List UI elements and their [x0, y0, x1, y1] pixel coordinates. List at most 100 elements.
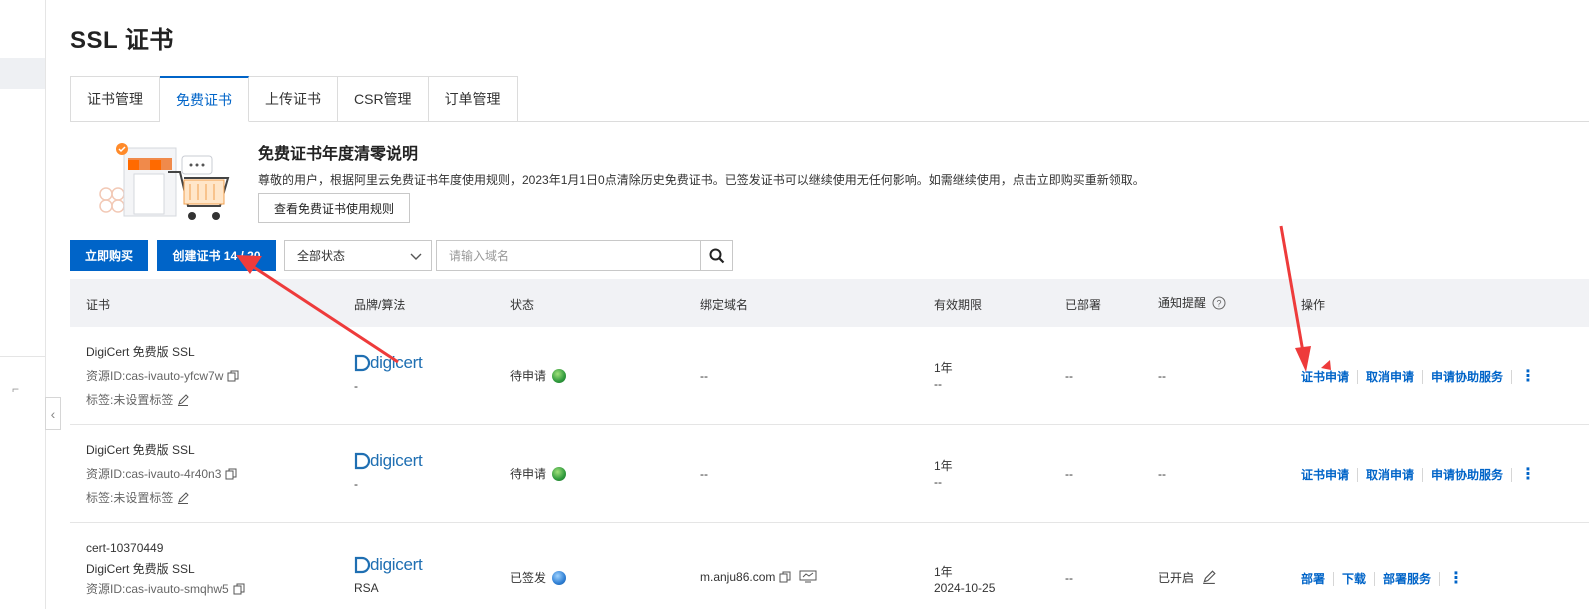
notice-title: 免费证书年度清零说明	[258, 146, 419, 163]
tag-text: 标签:未设置标签	[86, 393, 174, 407]
more-actions-icon[interactable]: ⋮	[1520, 369, 1536, 385]
left-nav-divider	[0, 356, 45, 357]
status-pending-icon	[552, 467, 567, 481]
header-deployed: 已部署	[1065, 298, 1102, 312]
digicert-mark-icon	[354, 354, 370, 372]
cert-type: DigiCert 免费版 SSL	[86, 345, 195, 359]
create-certificate-button[interactable]: 创建证书 14 / 20	[157, 240, 276, 271]
brand-name: digicert	[370, 353, 423, 372]
digicert-mark-icon	[354, 556, 370, 574]
digicert-mark-icon	[354, 452, 370, 470]
notify-cell: 已开启	[1158, 569, 1216, 586]
algorithm: -	[354, 477, 358, 491]
notify: --	[1158, 369, 1166, 383]
notify: --	[1158, 467, 1166, 481]
left-nav-active-item[interactable]	[0, 58, 45, 89]
brand-name: digicert	[370, 555, 423, 574]
tab-bar: 证书管理 免费证书 上传证书 CSR管理 订单管理	[70, 76, 518, 122]
row-actions: 部署 下载 部署服务 ⋮	[1301, 571, 1464, 587]
notice-text: 尊敬的用户，根据阿里云免费证书年度使用规则，2023年1月1日0点清除历史免费证…	[258, 173, 1145, 187]
header-cert: 证书	[86, 298, 111, 312]
request-assistance-link[interactable]: 申请协助服务	[1423, 370, 1513, 384]
buy-now-button[interactable]: 立即购买	[70, 240, 148, 271]
resource-id: 资源ID:cas-ivauto-yfcw7w	[86, 367, 239, 384]
deploy-service-link[interactable]: 部署服务	[1375, 572, 1441, 586]
cancel-application-link[interactable]: 取消申请	[1358, 468, 1424, 482]
tab-upload-certificate[interactable]: 上传证书	[249, 76, 338, 122]
validity: 1年	[934, 565, 953, 579]
header-ops: 操作	[1301, 298, 1326, 312]
search-button[interactable]	[700, 240, 733, 271]
edit-icon[interactable]	[177, 394, 190, 406]
status-issued-icon	[552, 571, 567, 585]
bound-domain: m.anju86.com	[700, 570, 776, 584]
deployed: --	[1065, 467, 1073, 481]
table-row: cert-10370449 DigiCert 免费版 SSL 资源ID:cas-…	[70, 523, 1589, 613]
validity: 1年	[934, 459, 953, 473]
cancel-application-link[interactable]: 取消申请	[1358, 370, 1424, 384]
header-domain: 绑定域名	[700, 298, 749, 312]
edit-icon[interactable]	[1202, 570, 1216, 584]
help-icon[interactable]: ?	[1212, 296, 1226, 310]
tab-cert-management[interactable]: 证书管理	[70, 76, 160, 122]
tab-bar-baseline	[505, 121, 1589, 122]
resource-id: 资源ID:cas-ivauto-4r40n3	[86, 465, 237, 482]
header-validity: 有效期限	[934, 298, 983, 312]
header-brand: 品牌/算法	[354, 298, 406, 312]
apply-certificate-link[interactable]: 证书申请	[1301, 468, 1359, 482]
header-status: 状态	[510, 298, 535, 312]
deploy-link[interactable]: 部署	[1301, 572, 1335, 586]
bound-domain: --	[700, 369, 708, 383]
svg-text:?: ?	[1217, 299, 1222, 309]
resource-id-text: 资源ID:cas-ivauto-smqhw5	[86, 582, 229, 596]
tab-csr-management[interactable]: CSR管理	[338, 76, 429, 122]
shopping-cart-illustration	[99, 143, 230, 220]
edit-icon[interactable]	[177, 492, 190, 504]
tab-free-certificate[interactable]: 免费证书	[160, 76, 249, 122]
view-free-cert-rules-button[interactable]: 查看免费证书使用规则	[258, 193, 410, 223]
collapse-sidebar-button[interactable]: ‹	[45, 397, 61, 430]
expiry-date: 2024-10-25	[934, 581, 996, 595]
monitor-icon[interactable]	[799, 570, 817, 583]
digicert-logo: digicert	[354, 555, 423, 575]
status-text: 已签发	[510, 571, 547, 585]
copy-icon[interactable]	[233, 583, 245, 595]
status-pending-icon	[552, 369, 567, 383]
bound-domain: --	[700, 467, 708, 481]
bound-domain-cell: m.anju86.com	[700, 570, 817, 584]
download-link[interactable]: 下载	[1334, 572, 1376, 586]
copy-icon[interactable]	[227, 370, 239, 382]
more-actions-icon[interactable]: ⋮	[1448, 571, 1464, 587]
brand-name: digicert	[370, 451, 423, 470]
digicert-logo: digicert	[354, 353, 423, 373]
table-row: DigiCert 免费版 SSL 资源ID:cas-ivauto-4r40n3 …	[70, 425, 1589, 523]
status-cell: 待申请	[510, 367, 567, 384]
tab-order-management[interactable]: 订单管理	[428, 76, 518, 122]
apply-certificate-link[interactable]: 证书申请	[1301, 370, 1359, 384]
validity: 1年	[934, 361, 953, 375]
tag-field: 标签:未设置标签	[86, 391, 190, 408]
cert-name: cert-10370449	[86, 541, 164, 555]
left-nav-rail: ⌐	[0, 0, 46, 609]
resource-id-text: 资源ID:cas-ivauto-4r40n3	[86, 467, 222, 481]
copy-icon[interactable]	[225, 468, 237, 480]
status-cell: 待申请	[510, 465, 567, 482]
status-filter-select[interactable]: 全部状态	[284, 240, 432, 271]
page-title: SSL 证书	[70, 27, 174, 54]
status-text: 待申请	[510, 369, 547, 383]
status-cell: 已签发	[510, 569, 567, 586]
domain-search-input[interactable]	[436, 240, 701, 271]
copy-icon[interactable]	[779, 571, 791, 583]
certificate-table: 证书 品牌/算法 状态 绑定域名 有效期限 已部署 通知提醒? 操作 DigiC…	[70, 279, 1589, 613]
notify: 已开启	[1158, 571, 1195, 585]
request-assistance-link[interactable]: 申请协助服务	[1423, 468, 1513, 482]
expiry-date: --	[934, 475, 942, 489]
algorithm: -	[354, 379, 358, 393]
digicert-logo: digicert	[354, 451, 423, 471]
resource-id-text: 资源ID:cas-ivauto-yfcw7w	[86, 369, 224, 383]
resource-id: 资源ID:cas-ivauto-smqhw5	[86, 580, 245, 597]
status-text: 待申请	[510, 467, 547, 481]
more-actions-icon[interactable]: ⋮	[1520, 467, 1536, 483]
deployed: --	[1065, 571, 1073, 585]
deployed: --	[1065, 369, 1073, 383]
